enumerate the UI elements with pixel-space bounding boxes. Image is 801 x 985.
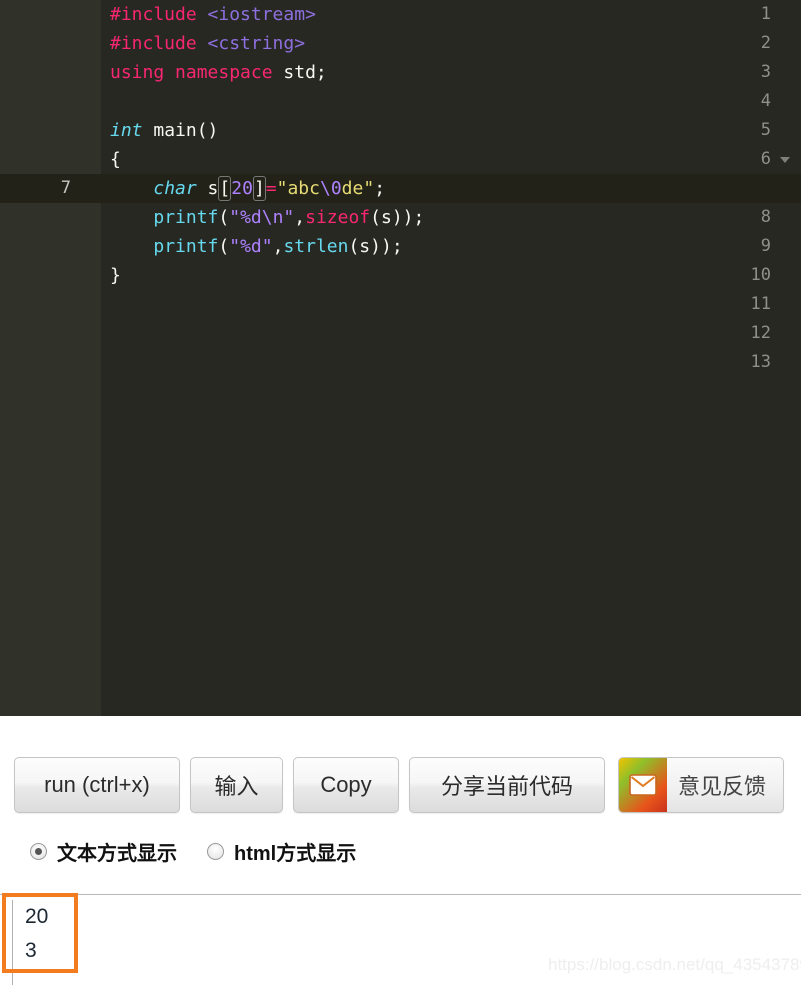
code-line-2[interactable]: #include <cstring> [101, 29, 801, 58]
token-std: std; [272, 62, 327, 83]
token-call-tail: (s)); [370, 207, 425, 228]
feedback-label: 意见反馈 [677, 774, 766, 799]
display-mode-radio-group: 文本方式显示 html方式显示 [0, 833, 801, 869]
page-root: 1 2 3 4 5 6 7 8 9 10 11 12 13 #include <… [0, 0, 801, 985]
token-char: char [153, 178, 197, 199]
token-include: #include [110, 33, 197, 54]
code-line-4[interactable] [101, 87, 801, 116]
code-line-12[interactable] [101, 319, 801, 348]
code-line-9[interactable]: printf("%d",strlen(s)); [101, 232, 801, 261]
code-line-5[interactable]: int main() [101, 116, 801, 145]
input-button[interactable]: 输入 [190, 757, 283, 813]
code-line-8[interactable]: printf("%d\n",sizeof(s)); [101, 203, 801, 232]
token-paren: ( [218, 207, 230, 228]
share-code-button[interactable]: 分享当前代码 [409, 757, 605, 813]
token-close-brace: } [110, 265, 121, 286]
code-line-1[interactable]: #include <iostream> [101, 0, 801, 29]
token-printf: printf [153, 207, 219, 228]
token-string-end: de" [341, 178, 375, 199]
code-line-6[interactable]: { [101, 145, 801, 174]
token-array-size: 20 [231, 178, 253, 199]
token-string-start: "abc [276, 178, 320, 199]
token-escape-null: \0 [319, 178, 342, 199]
watermark: https://blog.csdn.net/qq_43543789 [548, 955, 801, 974]
token-int: int [110, 120, 143, 141]
line-number-text: 7 [60, 178, 71, 198]
radio-dot-selected-icon[interactable] [30, 842, 47, 860]
token-semicolon: ; [374, 178, 386, 199]
token-assign: = [265, 178, 277, 199]
code-line-10[interactable]: } [101, 261, 801, 290]
radio-html-mode-label: html方式显示 [234, 842, 357, 865]
copy-button[interactable]: Copy [293, 757, 399, 813]
token-using-namespace: using namespace [110, 62, 273, 83]
token-comma: , [272, 236, 284, 257]
token-bracket-close: ] [252, 176, 266, 201]
code-line-13[interactable] [101, 348, 801, 377]
code-line-3[interactable]: using namespace std; [101, 58, 801, 87]
token-printf: printf [153, 236, 219, 257]
token-include: #include [110, 4, 197, 25]
radio-text-mode[interactable]: 文本方式显示 [30, 837, 177, 866]
token-paren: ( [218, 236, 230, 257]
token-format-string: "%d" [229, 236, 273, 257]
token-header: <iostream> [196, 4, 316, 25]
action-toolbar: run (ctrl+x) 输入 Copy 分享当前代码 意见反馈 [0, 757, 801, 815]
run-button[interactable]: run (ctrl+x) [14, 757, 180, 813]
feedback-button[interactable]: 意见反馈 [618, 757, 784, 813]
token-bracket-open: [ [218, 176, 232, 201]
radio-html-mode[interactable]: html方式显示 [207, 837, 356, 866]
token-call-tail: (s)); [348, 236, 403, 257]
code-line-7[interactable]: char s[20]="abc\0de"; [101, 174, 801, 203]
code-content[interactable]: #include <iostream> #include <cstring> u… [101, 0, 801, 716]
token-header: <cstring> [196, 33, 306, 54]
token-strlen: strlen [283, 236, 349, 257]
code-editor[interactable]: 1 2 3 4 5 6 7 8 9 10 11 12 13 #include <… [0, 0, 801, 716]
envelope-icon [619, 758, 667, 812]
token-varname: s [196, 178, 219, 199]
radio-text-mode-label: 文本方式显示 [57, 842, 177, 865]
code-line-11[interactable] [101, 290, 801, 319]
radio-dot-unselected-icon[interactable] [207, 842, 224, 860]
token-open-brace: { [110, 149, 121, 170]
token-main: main() [142, 120, 219, 141]
token-sizeof: sizeof [305, 207, 371, 228]
token-format-string: "%d\n" [229, 207, 295, 228]
token-comma: , [294, 207, 306, 228]
